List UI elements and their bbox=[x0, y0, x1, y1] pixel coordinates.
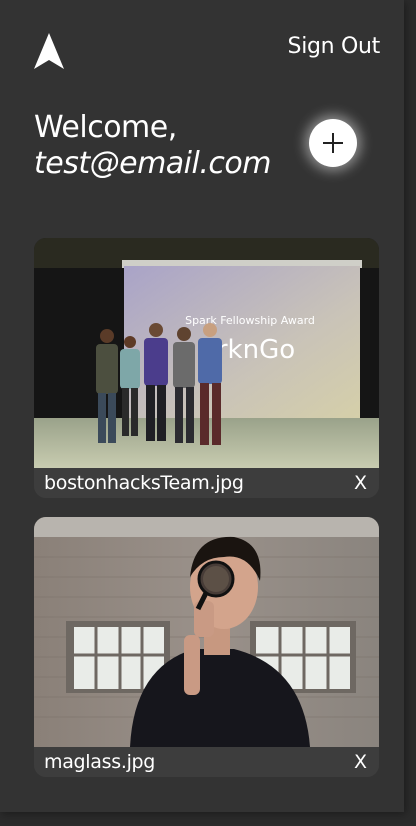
screen-logo-text: rknGo bbox=[217, 335, 295, 365]
photo-card: Spark Fellowship Award rknGo bostonhacks… bbox=[34, 238, 379, 498]
photo-filename: maglass.jpg bbox=[44, 751, 156, 773]
delete-photo-button[interactable]: X bbox=[354, 751, 367, 773]
photo-card-footer: maglass.jpg X bbox=[34, 747, 379, 777]
add-photo-button[interactable] bbox=[309, 119, 357, 167]
plus-icon bbox=[323, 133, 343, 153]
photo-filename: bostonhacksTeam.jpg bbox=[44, 472, 244, 494]
delete-photo-button[interactable]: X bbox=[354, 472, 367, 494]
app-container: Sign Out Welcome, test@email.com Spark F… bbox=[0, 0, 404, 812]
welcome-greeting: Welcome, bbox=[34, 110, 177, 145]
user-email: test@email.com bbox=[34, 146, 271, 181]
photo-image[interactable]: Spark Fellowship Award rknGo bbox=[34, 238, 379, 468]
photo-card-footer: bostonhacksTeam.jpg X bbox=[34, 468, 379, 498]
photo-image[interactable] bbox=[34, 517, 379, 747]
welcome-heading: Welcome, test@email.com bbox=[34, 110, 271, 182]
screen-title-text: Spark Fellowship Award bbox=[185, 314, 315, 327]
sign-out-button[interactable]: Sign Out bbox=[288, 34, 381, 59]
navigation-arrow-icon[interactable] bbox=[34, 33, 64, 69]
photo-card: maglass.jpg X bbox=[34, 517, 379, 777]
